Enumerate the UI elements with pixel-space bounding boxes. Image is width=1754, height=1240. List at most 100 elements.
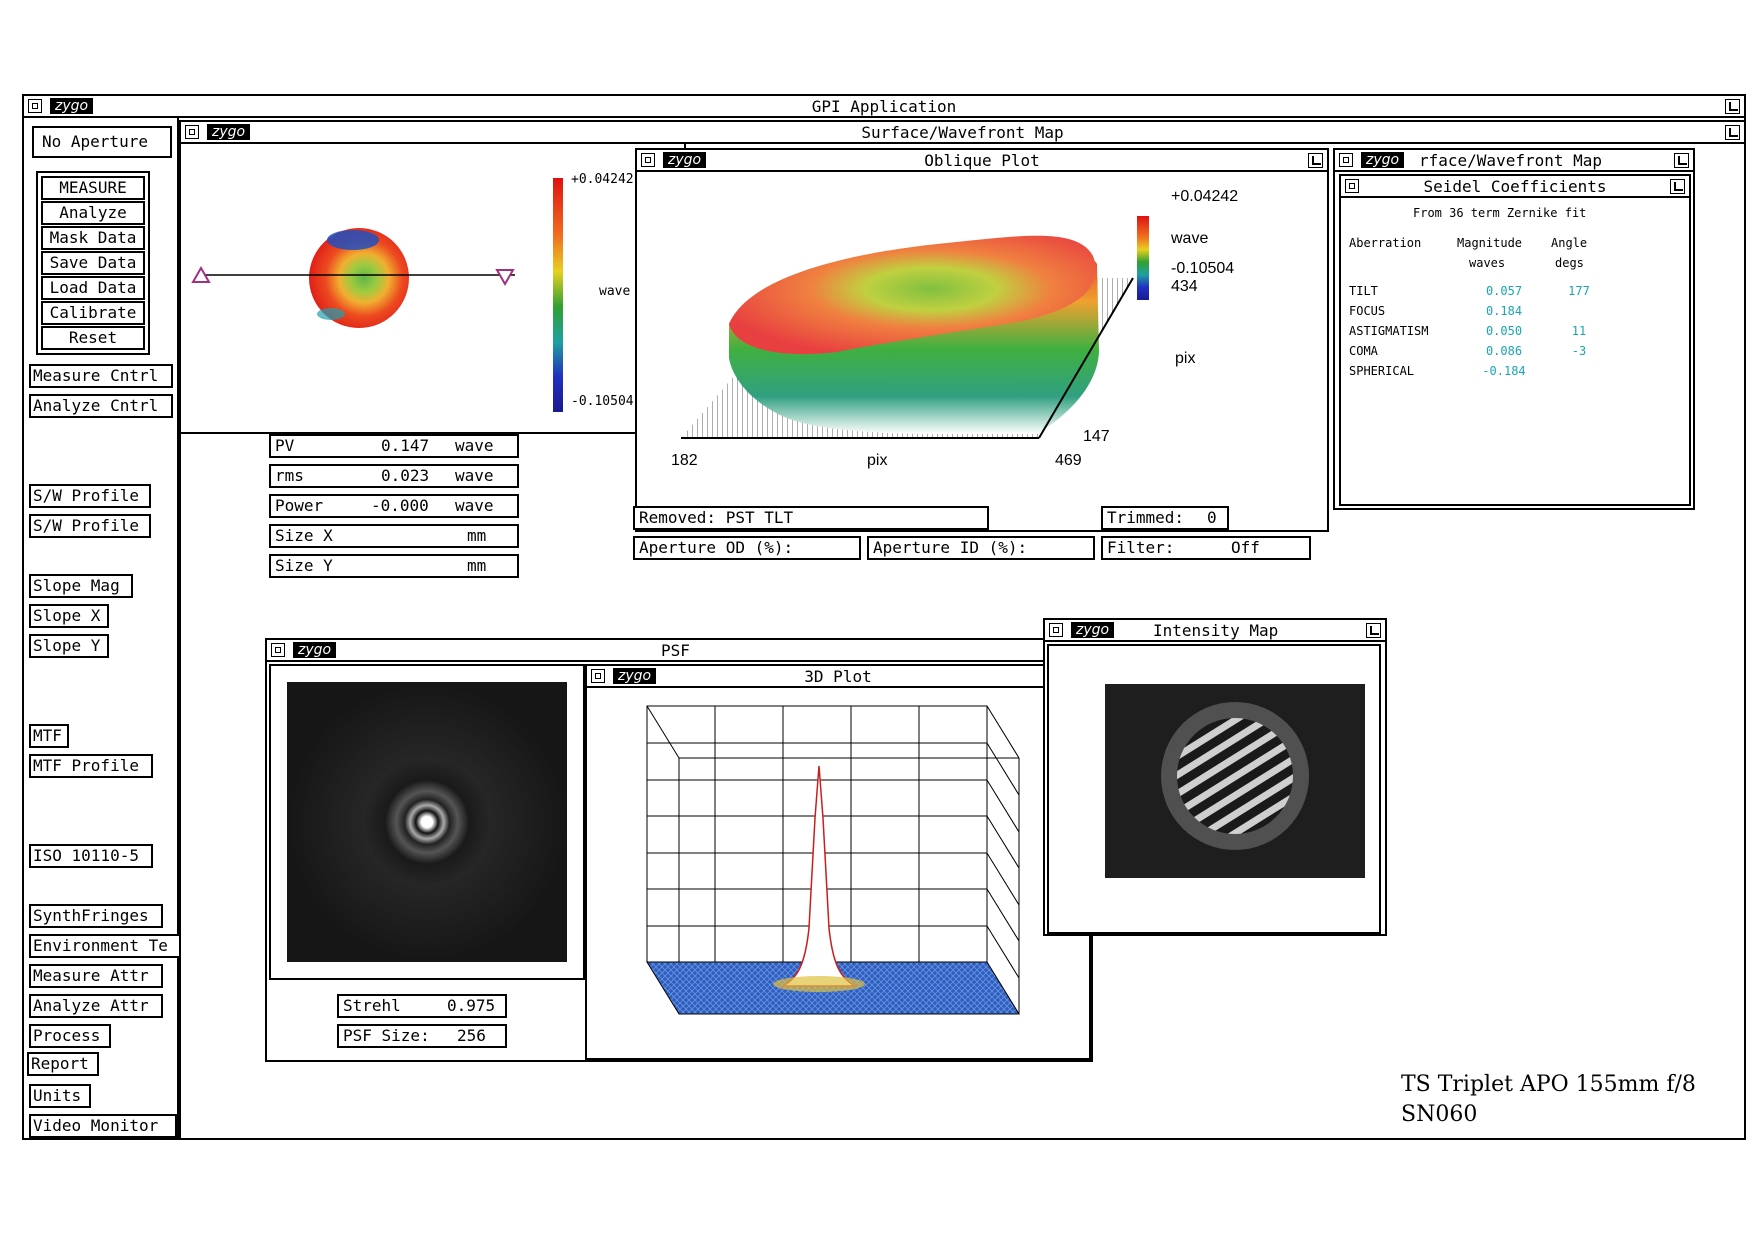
environment-button[interactable]: Environment Te	[29, 934, 181, 958]
iso-10110-button[interactable]: ISO 10110-5	[29, 844, 153, 868]
resize-icon[interactable]	[1670, 179, 1685, 194]
close-icon[interactable]	[1339, 153, 1353, 167]
resize-icon[interactable]	[1308, 153, 1323, 168]
oblique-colorbar-max: +0.04242	[1171, 188, 1239, 205]
seidel-col-magnitude: Magnitude	[1457, 236, 1523, 250]
resize-icon[interactable]	[1674, 153, 1689, 168]
wavefront-edge-blue	[327, 230, 379, 250]
seidel-magnitude: 0.184	[1485, 304, 1523, 318]
close-icon[interactable]	[271, 643, 285, 657]
analyze-attr-button[interactable]: Analyze Attr	[29, 994, 163, 1018]
load-data-button[interactable]: Load Data	[41, 276, 145, 300]
intensity-titlebar[interactable]: zygo Intensity Map	[1045, 620, 1385, 642]
strehl-label: Strehl	[343, 996, 401, 1015]
caption-line1: TS Triplet APO 155mm f/8	[1401, 1072, 1696, 1097]
seidel-col-magnitude-unit: waves	[1469, 256, 1506, 270]
seidel-angle: 11	[1571, 324, 1587, 338]
aperture-od-label: Aperture OD (%):	[639, 538, 794, 557]
close-icon[interactable]	[1049, 623, 1063, 637]
power-field: Power -0.000 wave	[269, 494, 519, 518]
rms-unit: wave	[455, 466, 494, 485]
colorbar-min: -0.10504	[571, 394, 634, 409]
colorbar-unit: wave	[599, 284, 631, 299]
psf-titlebar[interactable]: zygo PSF	[267, 640, 1091, 662]
mtf-button[interactable]: MTF	[29, 724, 69, 748]
psf-title: PSF	[661, 641, 690, 660]
seidel-parent-titlebar[interactable]: zygo rface/Wavefront Map	[1335, 150, 1693, 172]
units-button[interactable]: Units	[29, 1084, 91, 1108]
seidel-angle: 177	[1568, 284, 1590, 298]
sw-profile-button-2[interactable]: S/W Profile	[29, 514, 151, 538]
mtf-profile-button[interactable]: MTF Profile	[29, 754, 153, 778]
power-unit: wave	[455, 496, 494, 515]
resize-icon[interactable]	[1725, 99, 1740, 114]
slope-x-button[interactable]: Slope X	[29, 604, 109, 628]
seidel-name: TILT	[1349, 284, 1378, 298]
oblique-plot-title: Oblique Plot	[924, 151, 1040, 170]
caption-line2: SN060	[1401, 1102, 1478, 1127]
primary-button-group: MEASURE Analyze Mask Data Save Data Load…	[36, 171, 150, 355]
strehl-value: 0.975	[447, 996, 496, 1015]
seidel-magnitude: -0.184	[1482, 364, 1526, 378]
psf-image-svg	[287, 682, 567, 962]
intensity-title: Intensity Map	[1153, 621, 1279, 640]
seidel-parent-window: zygo rface/Wavefront Map Seidel Coeffici…	[1333, 148, 1695, 510]
no-aperture-button[interactable]: No Aperture	[32, 126, 172, 158]
mask-data-button[interactable]: Mask Data	[41, 226, 145, 250]
process-button[interactable]: Process	[29, 1024, 111, 1048]
oblique-titlebar[interactable]: zygo Oblique Plot	[637, 150, 1327, 172]
measure-button[interactable]: MEASURE	[41, 176, 145, 200]
zygo-logo: zygo	[293, 642, 337, 658]
seidel-name: COMA	[1349, 344, 1378, 358]
measure-cntrl-button[interactable]: Measure Cntrl	[29, 364, 173, 388]
seidel-magnitude: 0.050	[1485, 324, 1523, 338]
oblique-x-unit-label: pix	[867, 452, 888, 469]
video-monitor-button[interactable]: Video Monitor	[29, 1114, 177, 1138]
surface-colorbar	[553, 178, 563, 412]
sw-profile-button[interactable]: S/W Profile	[29, 484, 151, 508]
aperture-id-label: Aperture ID (%):	[873, 538, 1028, 557]
table-row: ASTIGMATISM 0.050 11	[1349, 324, 1609, 344]
size-y-field: Size Y mm	[269, 554, 519, 578]
report-button[interactable]: Report	[27, 1052, 99, 1076]
save-data-button[interactable]: Save Data	[41, 251, 145, 275]
resize-icon[interactable]	[1725, 125, 1740, 140]
size-x-field: Size X mm	[269, 524, 519, 548]
analyze-button[interactable]: Analyze	[41, 201, 145, 225]
plot3d-svg	[646, 705, 1020, 1015]
main-window-title: GPI Application	[811, 97, 957, 116]
synth-fringes-button[interactable]: SynthFringes	[29, 904, 163, 928]
pv-field: PV 0.147 wave	[269, 434, 519, 458]
table-row: COMA 0.086 -3	[1349, 344, 1609, 364]
size-y-unit: mm	[467, 556, 487, 575]
seidel-magnitude: 0.057	[1485, 284, 1523, 298]
oblique-y-unit-label: pix	[1175, 350, 1196, 367]
calibrate-button[interactable]: Calibrate	[41, 301, 145, 325]
trimmed-value: 0	[1207, 508, 1217, 527]
seidel-name: FOCUS	[1349, 304, 1386, 318]
zygo-logo: zygo	[1071, 622, 1115, 638]
measure-attr-button[interactable]: Measure Attr	[29, 964, 163, 988]
pv-unit: wave	[455, 436, 494, 455]
oblique-y-top-label: 434	[1171, 278, 1198, 295]
filter-label: Filter:	[1107, 538, 1175, 557]
surface-titlebar[interactable]: zygo Surface/Wavefront Map	[181, 122, 1744, 144]
slope-mag-button[interactable]: Slope Mag	[29, 574, 133, 598]
reset-button[interactable]: Reset	[41, 326, 145, 350]
seidel-name: SPHERICAL	[1349, 364, 1415, 378]
profile-end-marker-icon[interactable]	[495, 269, 515, 287]
trimmed-field: Trimmed: 0	[1101, 506, 1229, 530]
seidel-titlebar[interactable]: Seidel Coefficients	[1341, 176, 1689, 198]
size-y-label: Size Y	[275, 556, 333, 575]
main-titlebar[interactable]: zygo GPI Application	[24, 96, 1744, 118]
analyze-cntrl-button[interactable]: Analyze Cntrl	[29, 394, 173, 418]
plot3d-titlebar[interactable]: zygo 3D Plot	[587, 666, 1089, 688]
resize-icon[interactable]	[1366, 623, 1381, 638]
slope-y-button[interactable]: Slope Y	[29, 634, 109, 658]
main-window: zygo GPI Application No Aperture MEASURE…	[22, 94, 1746, 1140]
surface-window-title: Surface/Wavefront Map	[861, 123, 1064, 142]
zygo-logo: zygo	[1361, 152, 1405, 168]
plot3d-window: zygo 3D Plot	[585, 664, 1091, 1060]
colorbar-max: +0.04242	[571, 172, 634, 187]
pv-value: 0.147	[381, 436, 430, 455]
